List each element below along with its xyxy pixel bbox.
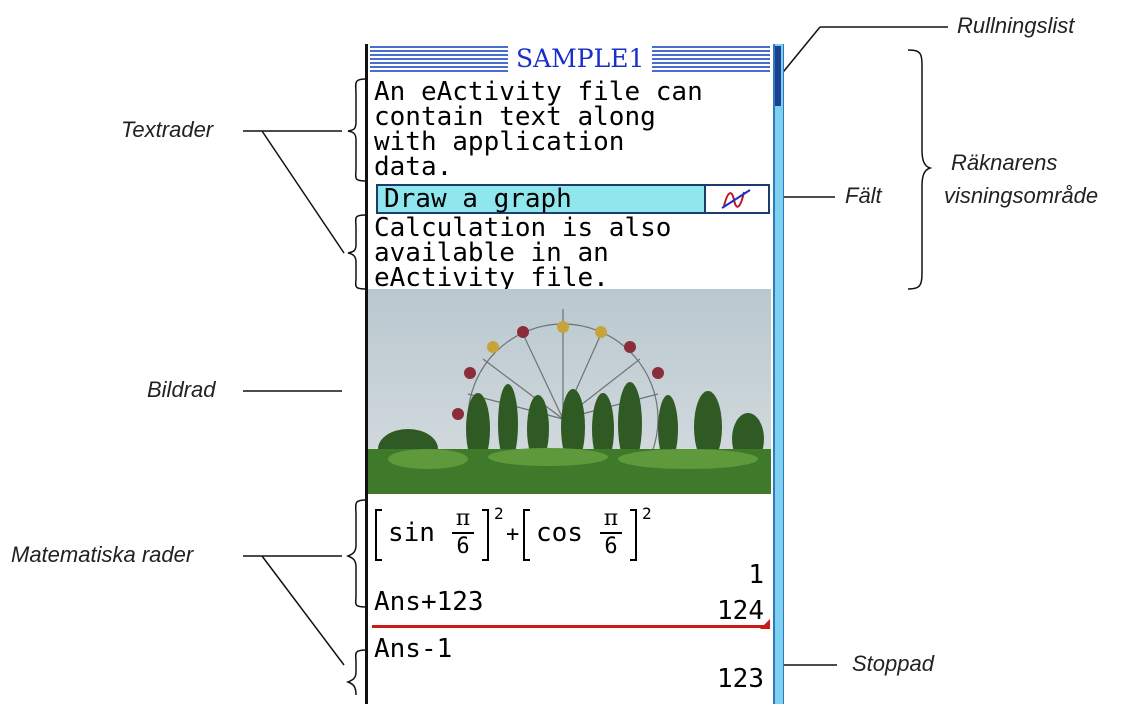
right-paren — [630, 509, 637, 561]
sin-function: sin — [388, 518, 435, 548]
left-paren — [523, 509, 530, 561]
calculator-screen: SAMPLE1 An eActivity file can contain te… — [365, 44, 784, 704]
field-label: Draw a graph — [384, 184, 572, 214]
six-denominator: 6 — [604, 534, 618, 559]
right-paren — [482, 509, 489, 561]
math-input-3: Ans-1 — [374, 634, 453, 664]
label-display-area-1: Räknarens — [951, 150, 1058, 175]
stop-line — [372, 625, 768, 628]
text-line: eActivity file. — [374, 263, 609, 293]
file-title: SAMPLE1 — [508, 46, 653, 72]
math-leader-diag — [261, 555, 345, 666]
pi-numerator: π — [603, 506, 619, 531]
scrollbar-thumb[interactable] — [775, 46, 781, 106]
six-denominator: 6 — [456, 534, 470, 559]
label-display-area-2: visningsområde — [944, 183, 1099, 208]
math-expression-1: sin π 6 2 + cos π 6 2 — [372, 504, 772, 576]
math-brace-1 — [345, 499, 367, 608]
scrollbar[interactable] — [773, 44, 784, 704]
fraction-pi-over-6-a: π 6 — [452, 506, 474, 562]
plus-sign: + — [506, 522, 520, 547]
cos-function: cos — [536, 518, 583, 548]
math-result-3: 123 — [717, 664, 764, 694]
textlines-brace-2 — [347, 214, 367, 290]
label-stop-line: Stoppad — [852, 651, 934, 676]
label-math-lines: Matematiska rader — [11, 542, 194, 567]
ferris-wheel-image — [368, 289, 771, 494]
fraction-pi-over-6-b: π 6 — [600, 506, 622, 562]
label-field: Fält — [845, 183, 882, 208]
math-input-2: Ans+123 — [374, 587, 484, 617]
graph-icon — [704, 186, 768, 212]
pi-numerator: π — [455, 506, 471, 531]
label-image-line: Bildrad — [147, 377, 216, 402]
exponent: 2 — [494, 504, 504, 523]
display-area-brace — [907, 49, 933, 290]
label-scrollbar: Rullningslist — [957, 13, 1075, 38]
math-result-2: 124 — [717, 596, 764, 626]
text-line: data. — [374, 152, 453, 182]
draw-graph-field[interactable]: Draw a graph — [376, 184, 770, 214]
exponent: 2 — [642, 504, 652, 523]
math-result-1: 1 — [748, 560, 764, 590]
left-paren — [375, 509, 382, 561]
label-text-lines: Textrader — [121, 117, 214, 142]
stop-line-marker — [760, 619, 770, 629]
math-brace-2 — [345, 649, 367, 695]
textlines-leader-diag — [261, 130, 345, 254]
textlines-brace-1 — [347, 78, 367, 182]
title-bar: SAMPLE1 — [370, 46, 770, 72]
